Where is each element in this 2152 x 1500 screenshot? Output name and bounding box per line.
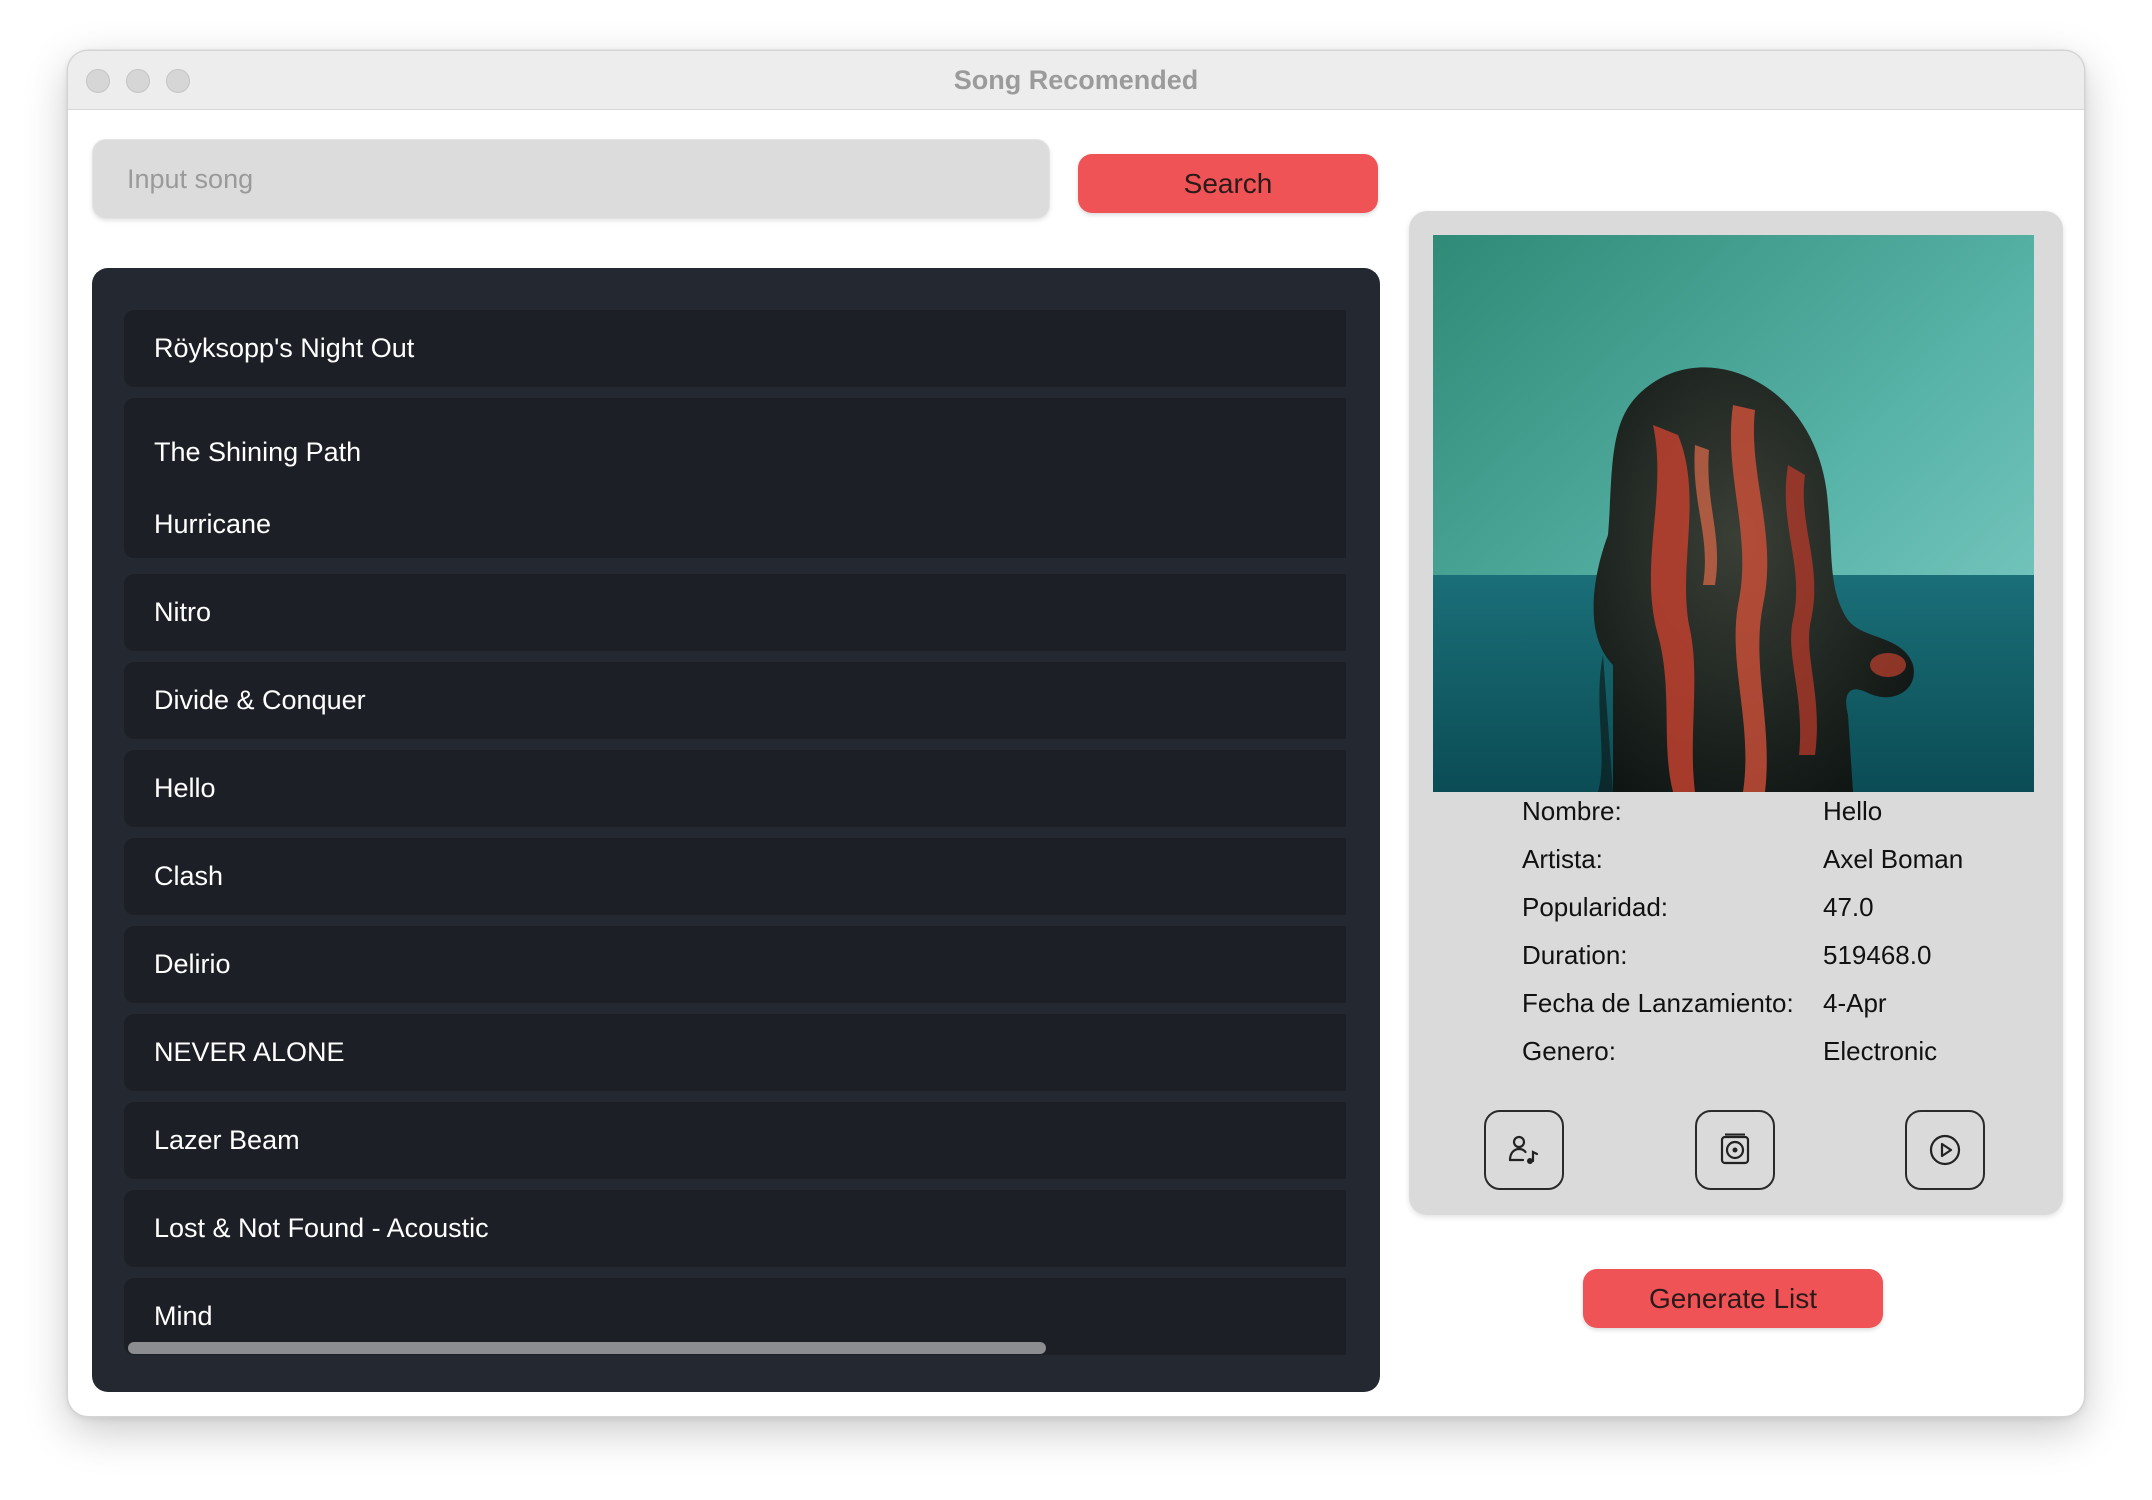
album-icon — [1720, 1133, 1750, 1165]
title-bar: Song Recomended — [68, 51, 2084, 110]
song-list-item[interactable]: Clash — [124, 838, 1346, 915]
artist-button[interactable] — [1484, 1110, 1564, 1190]
song-search-input[interactable] — [92, 139, 1050, 219]
song-list-item[interactable]: Röyksopp's Night Out — [124, 310, 1346, 387]
album-art-image — [1433, 235, 2034, 792]
song-detail-panel: Nombre: Hello Artista: Axel Boman Popula… — [1409, 211, 2063, 1215]
song-list-item[interactable]: Hello — [124, 750, 1346, 827]
generate-list-button[interactable]: Generate List — [1583, 1269, 1883, 1328]
play-button[interactable] — [1905, 1110, 1985, 1190]
song-list-item[interactable]: NEVER ALONE — [124, 1014, 1346, 1091]
song-list[interactable]: Röyksopp's Night Out The Shining Path Hu… — [92, 268, 1380, 1392]
album-button[interactable] — [1695, 1110, 1775, 1190]
window-title: Song Recomended — [953, 65, 1199, 95]
song-list-item[interactable]: Divide & Conquer — [124, 662, 1346, 739]
song-list-item[interactable]: Lost & Not Found - Acoustic — [124, 1190, 1346, 1267]
play-icon — [1929, 1134, 1961, 1166]
search-button[interactable]: Search — [1078, 154, 1378, 213]
song-list-item[interactable]: Lazer Beam — [124, 1102, 1346, 1179]
song-list-item[interactable]: Delirio — [124, 926, 1346, 1003]
app-window: Song Recomended Search Röyksopp's Night … — [68, 51, 2084, 1416]
artist-music-icon — [1508, 1135, 1539, 1164]
horizontal-scrollbar[interactable] — [128, 1342, 1046, 1354]
song-list-item[interactable]: The Shining Path Hurricane — [124, 398, 1346, 558]
song-list-item[interactable]: Nitro — [124, 574, 1346, 651]
